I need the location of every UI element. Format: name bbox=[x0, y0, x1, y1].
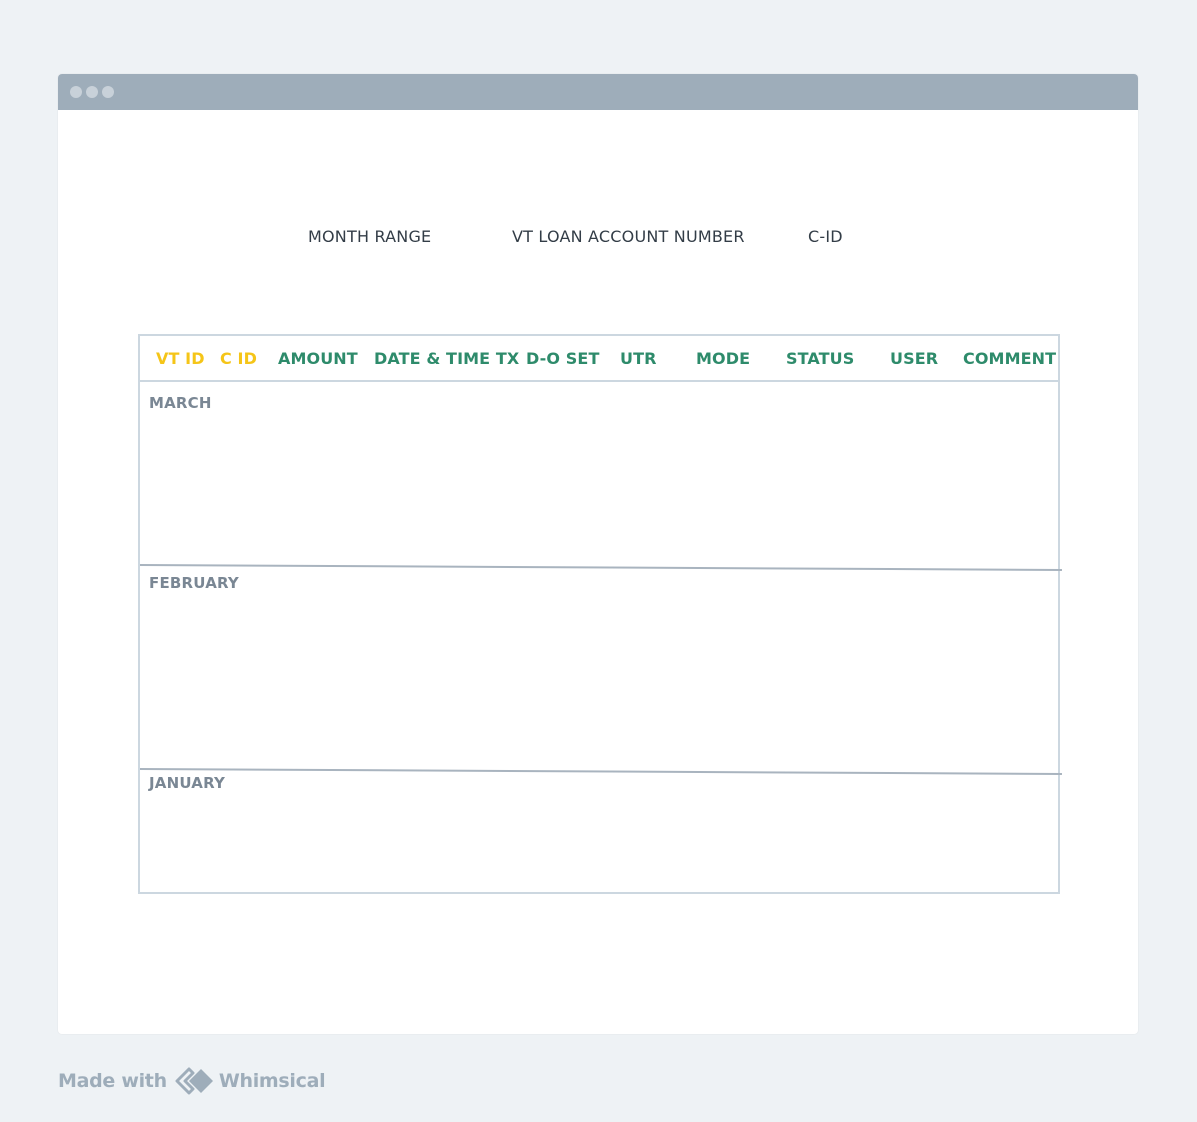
table-header-row: VT ID C ID AMOUNT DATE & TIME TX D-O SET… bbox=[140, 336, 1058, 382]
column-header-d-o-set[interactable]: D-O SET bbox=[526, 349, 599, 368]
column-header-status[interactable]: STATUS bbox=[786, 349, 854, 368]
section-label-february: FEBRUARY bbox=[149, 574, 239, 592]
window-dot-icon bbox=[70, 86, 82, 98]
column-header-c-id[interactable]: C ID bbox=[220, 349, 257, 368]
column-header-mode[interactable]: MODE bbox=[696, 349, 750, 368]
browser-window: MONTH RANGE VT LOAN ACCOUNT NUMBER C-ID … bbox=[58, 74, 1138, 1034]
column-header-vt-id[interactable]: VT ID bbox=[156, 349, 205, 368]
transactions-table: VT ID C ID AMOUNT DATE & TIME TX D-O SET… bbox=[138, 334, 1062, 894]
column-header-amount[interactable]: AMOUNT bbox=[278, 349, 358, 368]
month-range-filter[interactable]: MONTH RANGE bbox=[308, 227, 431, 246]
section-divider bbox=[139, 564, 1062, 571]
window-dot-icon bbox=[86, 86, 98, 98]
window-titlebar bbox=[58, 74, 1138, 110]
made-with-whimsical-badge[interactable]: Made with Whimsical bbox=[58, 1066, 326, 1096]
c-id-filter[interactable]: C-ID bbox=[808, 227, 843, 246]
column-header-utr[interactable]: UTR bbox=[620, 349, 657, 368]
made-with-label: Made with bbox=[58, 1070, 167, 1092]
whimsical-brand-label: Whimsical bbox=[218, 1070, 326, 1092]
section-label-march: MARCH bbox=[149, 394, 212, 412]
column-header-date-time-tx[interactable]: DATE & TIME TX bbox=[374, 349, 519, 368]
whimsical-logo-icon bbox=[175, 1067, 213, 1095]
column-header-comment[interactable]: COMMENT bbox=[963, 349, 1056, 368]
section-divider bbox=[139, 768, 1062, 775]
section-label-january: JANUARY bbox=[149, 774, 226, 792]
column-header-user[interactable]: USER bbox=[890, 349, 938, 368]
window-dot-icon bbox=[102, 86, 114, 98]
vt-loan-account-number-filter[interactable]: VT LOAN ACCOUNT NUMBER bbox=[512, 227, 745, 246]
